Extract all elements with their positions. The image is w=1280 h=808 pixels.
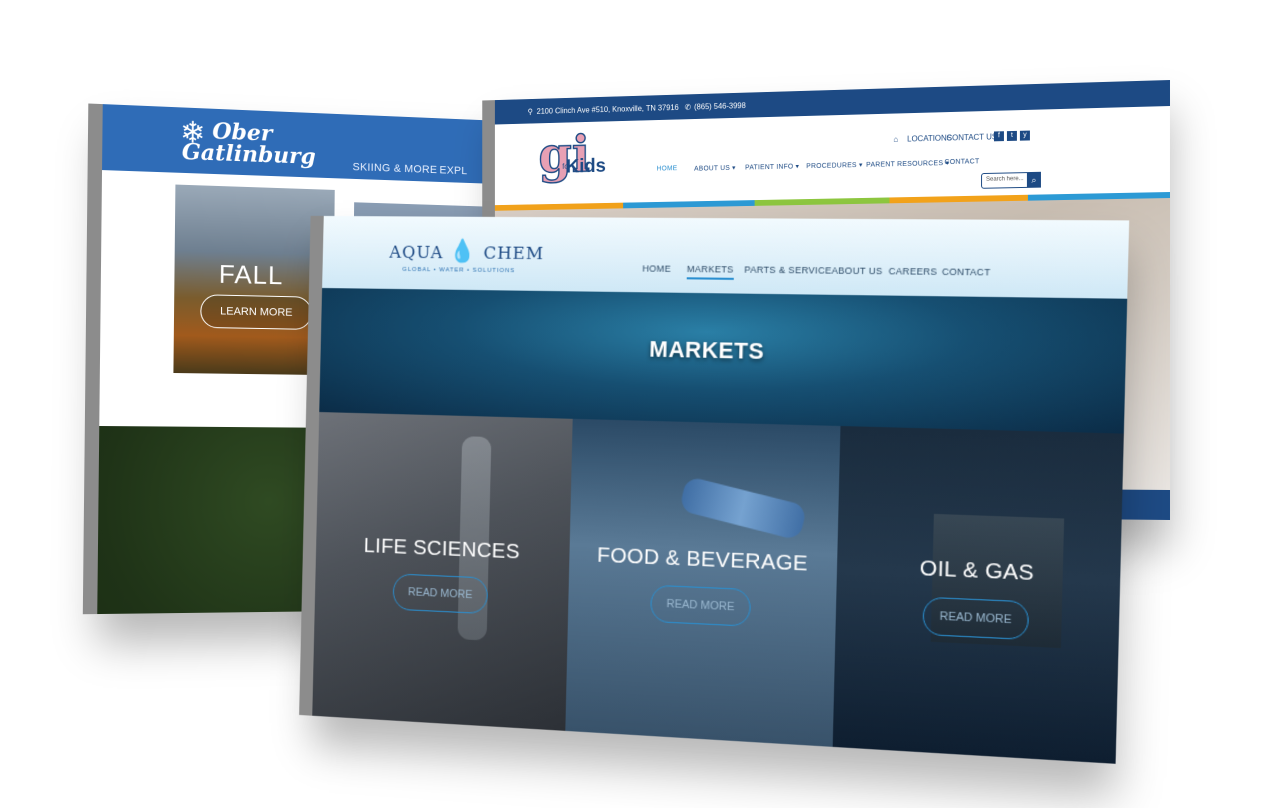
aqua-chem-screen: AQUA 💧 CHEM GLOBAL • WATER • SOLUTIONS H…	[312, 215, 1130, 764]
util-contact[interactable]: CONTACT US	[946, 132, 997, 142]
home-icon[interactable]: ⌂	[893, 135, 898, 144]
facebook-icon[interactable]: f	[993, 131, 1004, 142]
water-drop-icon: 💧	[449, 238, 478, 265]
food-beverage-read-more-button[interactable]: READ MORE	[650, 584, 752, 627]
gi-logo[interactable]: gi for Kids	[538, 125, 613, 185]
gi-nav-patient[interactable]: PATIENT INFO ▾	[745, 163, 799, 171]
gi-nav-procedures[interactable]: PROCEDURES ▾	[806, 161, 862, 170]
phone-icon: ✆	[684, 102, 692, 112]
aqua-logo-right: CHEM	[483, 243, 545, 265]
gi-address: 2100 Clinch Ave #510, Knoxville, TN 3791…	[536, 103, 679, 116]
aqua-tagline: GLOBAL • WATER • SOLUTIONS	[402, 266, 516, 275]
life-sciences-read-more-button[interactable]: READ MORE	[392, 573, 489, 615]
gi-nav-home[interactable]: HOME	[657, 165, 678, 172]
fall-title: FALL	[218, 259, 284, 291]
aqua-logo-left: AQUA	[389, 242, 444, 264]
life-sciences-panel[interactable]: LIFE SCIENCES READ MORE	[312, 412, 573, 731]
food-beverage-panel[interactable]: FOOD & BEVERAGE READ MORE	[565, 418, 841, 747]
gi-phone[interactable]: (865) 546-3998	[694, 101, 746, 111]
ober-logo[interactable]: Ober Gatlinburg	[181, 119, 316, 170]
life-sciences-title: LIFE SCIENCES	[363, 533, 521, 564]
aqua-header: AQUA 💧 CHEM GLOBAL • WATER • SOLUTIONS H…	[322, 215, 1130, 299]
nav-explore[interactable]: EXPL	[439, 165, 467, 178]
aqua-nav-home[interactable]: HOME	[642, 263, 671, 274]
youtube-icon[interactable]: y	[1019, 130, 1030, 141]
search-icon[interactable]: ⌕	[1026, 171, 1041, 188]
gi-logo-kids: Kids	[565, 155, 606, 178]
nav-skiing[interactable]: SKIING & MORE	[353, 161, 438, 176]
aqua-nav-markets[interactable]: MARKETS	[686, 263, 734, 280]
oil-gas-read-more-button[interactable]: READ MORE	[922, 596, 1030, 641]
aqua-nav-about[interactable]: ABOUT US	[832, 265, 883, 276]
gi-nav-about[interactable]: ABOUT US ▾	[694, 164, 736, 173]
aqua-logo[interactable]: AQUA 💧 CHEM	[389, 238, 544, 265]
util-locations[interactable]: LOCATIONS	[907, 134, 952, 144]
gi-topbar: ⚲ 2100 Clinch Ave #510, Knoxville, TN 37…	[494, 80, 1170, 125]
water-bottle-image	[678, 475, 808, 541]
aqua-nav-contact[interactable]: CONTACT	[942, 266, 991, 277]
mockup-scene: ❄ Ober Gatlinburg SKIING & MORE EXPL FAL…	[0, 0, 1280, 808]
aqua-nav-parts[interactable]: PARTS & SERVICE	[744, 264, 832, 275]
gi-nav-contact[interactable]: CONTACT	[944, 158, 979, 166]
aqua-nav-careers[interactable]: CAREERS	[888, 266, 937, 277]
learn-more-button[interactable]: LEARN MORE	[200, 294, 313, 330]
map-pin-icon: ⚲	[527, 107, 533, 117]
ober-logo-line2: Gatlinburg	[181, 139, 316, 170]
twitter-icon[interactable]: t	[1006, 130, 1017, 142]
food-beverage-title: FOOD & BEVERAGE	[596, 543, 809, 576]
oil-gas-panel[interactable]: OIL & GAS READ MORE	[832, 425, 1124, 764]
gi-nav-parent[interactable]: PARENT RESOURCES ▾	[866, 159, 949, 169]
